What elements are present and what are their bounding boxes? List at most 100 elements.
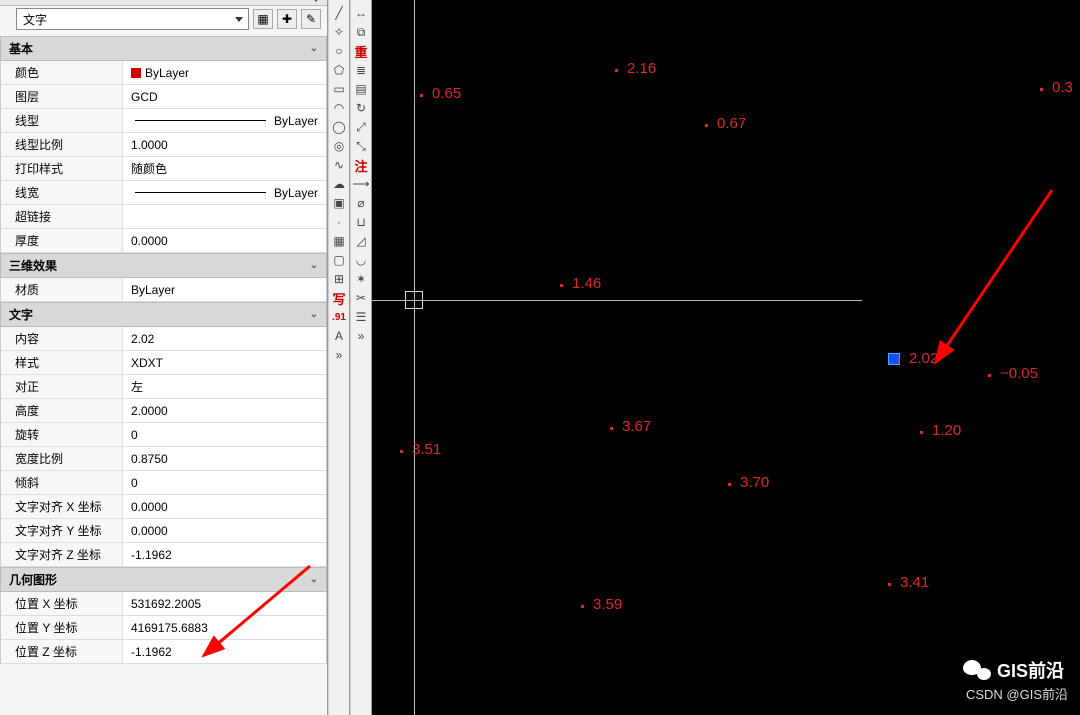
style-label: 样式 [1,351,123,374]
properties-icon[interactable]: ☰ [352,308,370,326]
elevation-text[interactable]: 0.65 [432,85,461,102]
section-geometry-header[interactable]: 几何图形 ⌄ [0,567,327,592]
explode-icon[interactable]: ✶ [352,270,370,288]
trim-icon[interactable]: 注 [352,156,370,174]
layer-value[interactable]: GCD [123,85,326,108]
aligny-label: 文字对齐 Y 坐标 [1,519,123,542]
properties-panel: 文字 ▦ ✚ ✎ 基本 ⌄ 颜色 ByLayer 图层 GCD 线型 ByLay… [0,0,328,715]
elevation-text[interactable]: 1.20 [932,422,961,439]
offset-icon[interactable]: ≣ [352,61,370,79]
scale-icon[interactable]: ⤢ [352,118,370,136]
fillet-icon[interactable]: ◡ [352,251,370,269]
justify-label: 对正 [1,375,123,398]
chamfer-icon[interactable]: ◿ [352,232,370,250]
line-icon[interactable]: ╱ [330,4,348,22]
thickness-label: 厚度 [1,229,123,252]
widthfactor-value[interactable]: 0.8750 [123,447,326,470]
elevation-text[interactable]: 2.16 [627,60,656,77]
alignx-value[interactable]: 0.0000 [123,495,326,518]
elevation-text[interactable]: 3.67 [622,418,651,435]
oblique-value[interactable]: 0 [123,471,326,494]
alignz-value[interactable]: -1.1962 [123,543,326,566]
rectangle-icon[interactable]: ▭ [330,80,348,98]
donut-icon[interactable]: ◎ [330,137,348,155]
height-value[interactable]: 2.0000 [123,399,326,422]
mtext-icon[interactable]: 写 [330,289,348,307]
circle-icon[interactable]: ○ [330,42,348,60]
linetype-scale-label: 线型比例 [1,133,123,156]
elevation-text[interactable]: 2.02 [909,350,938,367]
lineweight-value[interactable]: ByLayer [123,181,326,204]
rotation-value[interactable]: 0 [123,423,326,446]
chevrons-icon[interactable]: » [330,346,348,364]
aligny-value[interactable]: 0.0000 [123,519,326,542]
color-label: 颜色 [1,61,123,84]
linetype-value[interactable]: ByLayer [123,109,326,132]
elevation-text[interactable]: 0.67 [717,115,746,132]
region-icon[interactable]: ▢ [330,251,348,269]
join-icon[interactable]: ⊔ [352,213,370,231]
elevation-text[interactable]: 3.41 [900,574,929,591]
csdn-watermark: CSDN @GIS前沿 [966,684,1068,703]
material-value[interactable]: ByLayer [123,278,326,301]
content-value[interactable]: 2.02 [123,327,326,350]
array-icon[interactable]: ▤ [352,80,370,98]
cursor-pickbox [405,291,423,309]
rotate-icon[interactable]: ↻ [352,99,370,117]
color-swatch-icon [131,68,141,78]
posz-label: 位置 Z 坐标 [1,640,123,663]
justify-value[interactable]: 左 [123,375,326,398]
alignz-label: 文字对齐 Z 坐标 [1,543,123,566]
extend-icon[interactable]: ⟶ [352,175,370,193]
section-basic-header[interactable]: 基本 ⌄ [0,36,327,61]
erase-icon[interactable]: ✂ [352,289,370,307]
brush-icon[interactable]: ✎ [301,9,321,29]
text-091-icon[interactable]: .91 [330,308,348,326]
elevation-text[interactable]: −0.05 [1000,365,1038,382]
section-3d-header[interactable]: 三维效果 ⌄ [0,253,327,278]
pick-add-icon[interactable]: ✚ [277,9,297,29]
copy-icon[interactable]: ⧉ [352,23,370,41]
polyline-icon[interactable]: ✧ [330,23,348,41]
chevrons-icon[interactable]: » [352,327,370,345]
posy-value[interactable]: 4169175.6883 [123,616,326,639]
color-value[interactable]: ByLayer [123,61,326,84]
spline-icon[interactable]: ∿ [330,156,348,174]
quick-select-icon[interactable]: ▦ [253,9,273,29]
layer-label: 图层 [1,85,123,108]
content-label: 内容 [1,327,123,350]
stretch-icon[interactable]: ⤡ [352,137,370,155]
elevation-text[interactable]: 0.3 [1052,79,1073,96]
table-icon[interactable]: ⊞ [330,270,348,288]
break-icon[interactable]: ⌀ [352,194,370,212]
hyperlink-value[interactable] [123,205,326,228]
polygon-icon[interactable]: ⬠ [330,61,348,79]
drawing-canvas[interactable]: 0.65 2.16 0.67 0.3 1.46 3.51 3.67 3.70 1.20 2.02 −… [372,0,1080,715]
rotation-label: 旋转 [1,423,123,446]
elevation-text[interactable]: 3.70 [740,474,769,491]
thickness-value[interactable]: 0.0000 [123,229,326,252]
elevation-text[interactable]: 3.51 [412,441,441,458]
wechat-brand: GIS前沿 [963,657,1064,683]
object-type-dropdown[interactable]: 文字 [16,8,249,30]
section-3d-title: 三维效果 [9,257,57,274]
mirror-icon[interactable]: 重 [352,42,370,60]
hatch-icon[interactable]: ▦ [330,232,348,250]
style-value[interactable]: XDXT [123,351,326,374]
linetype-scale-value[interactable]: 1.0000 [123,133,326,156]
arc-icon[interactable]: ◠ [330,99,348,117]
lw-sample-icon [135,192,266,193]
elevation-text[interactable]: 3.59 [593,596,622,613]
elevation-text[interactable]: 1.46 [572,275,601,292]
revcloud-icon[interactable]: ☁ [330,175,348,193]
alignx-label: 文字对齐 X 坐标 [1,495,123,518]
point-icon[interactable]: · [330,213,348,231]
move-icon[interactable]: ↔ [352,4,370,22]
posz-value[interactable]: -1.1962 [123,640,326,663]
single-text-icon[interactable]: A [330,327,348,345]
section-text-header[interactable]: 文字 ⌄ [0,302,327,327]
ellipse-icon[interactable]: ◯ [330,118,348,136]
block-icon[interactable]: ▣ [330,194,348,212]
posx-value[interactable]: 531692.2005 [123,592,326,615]
plotstyle-value[interactable]: 随颜色 [123,157,326,180]
